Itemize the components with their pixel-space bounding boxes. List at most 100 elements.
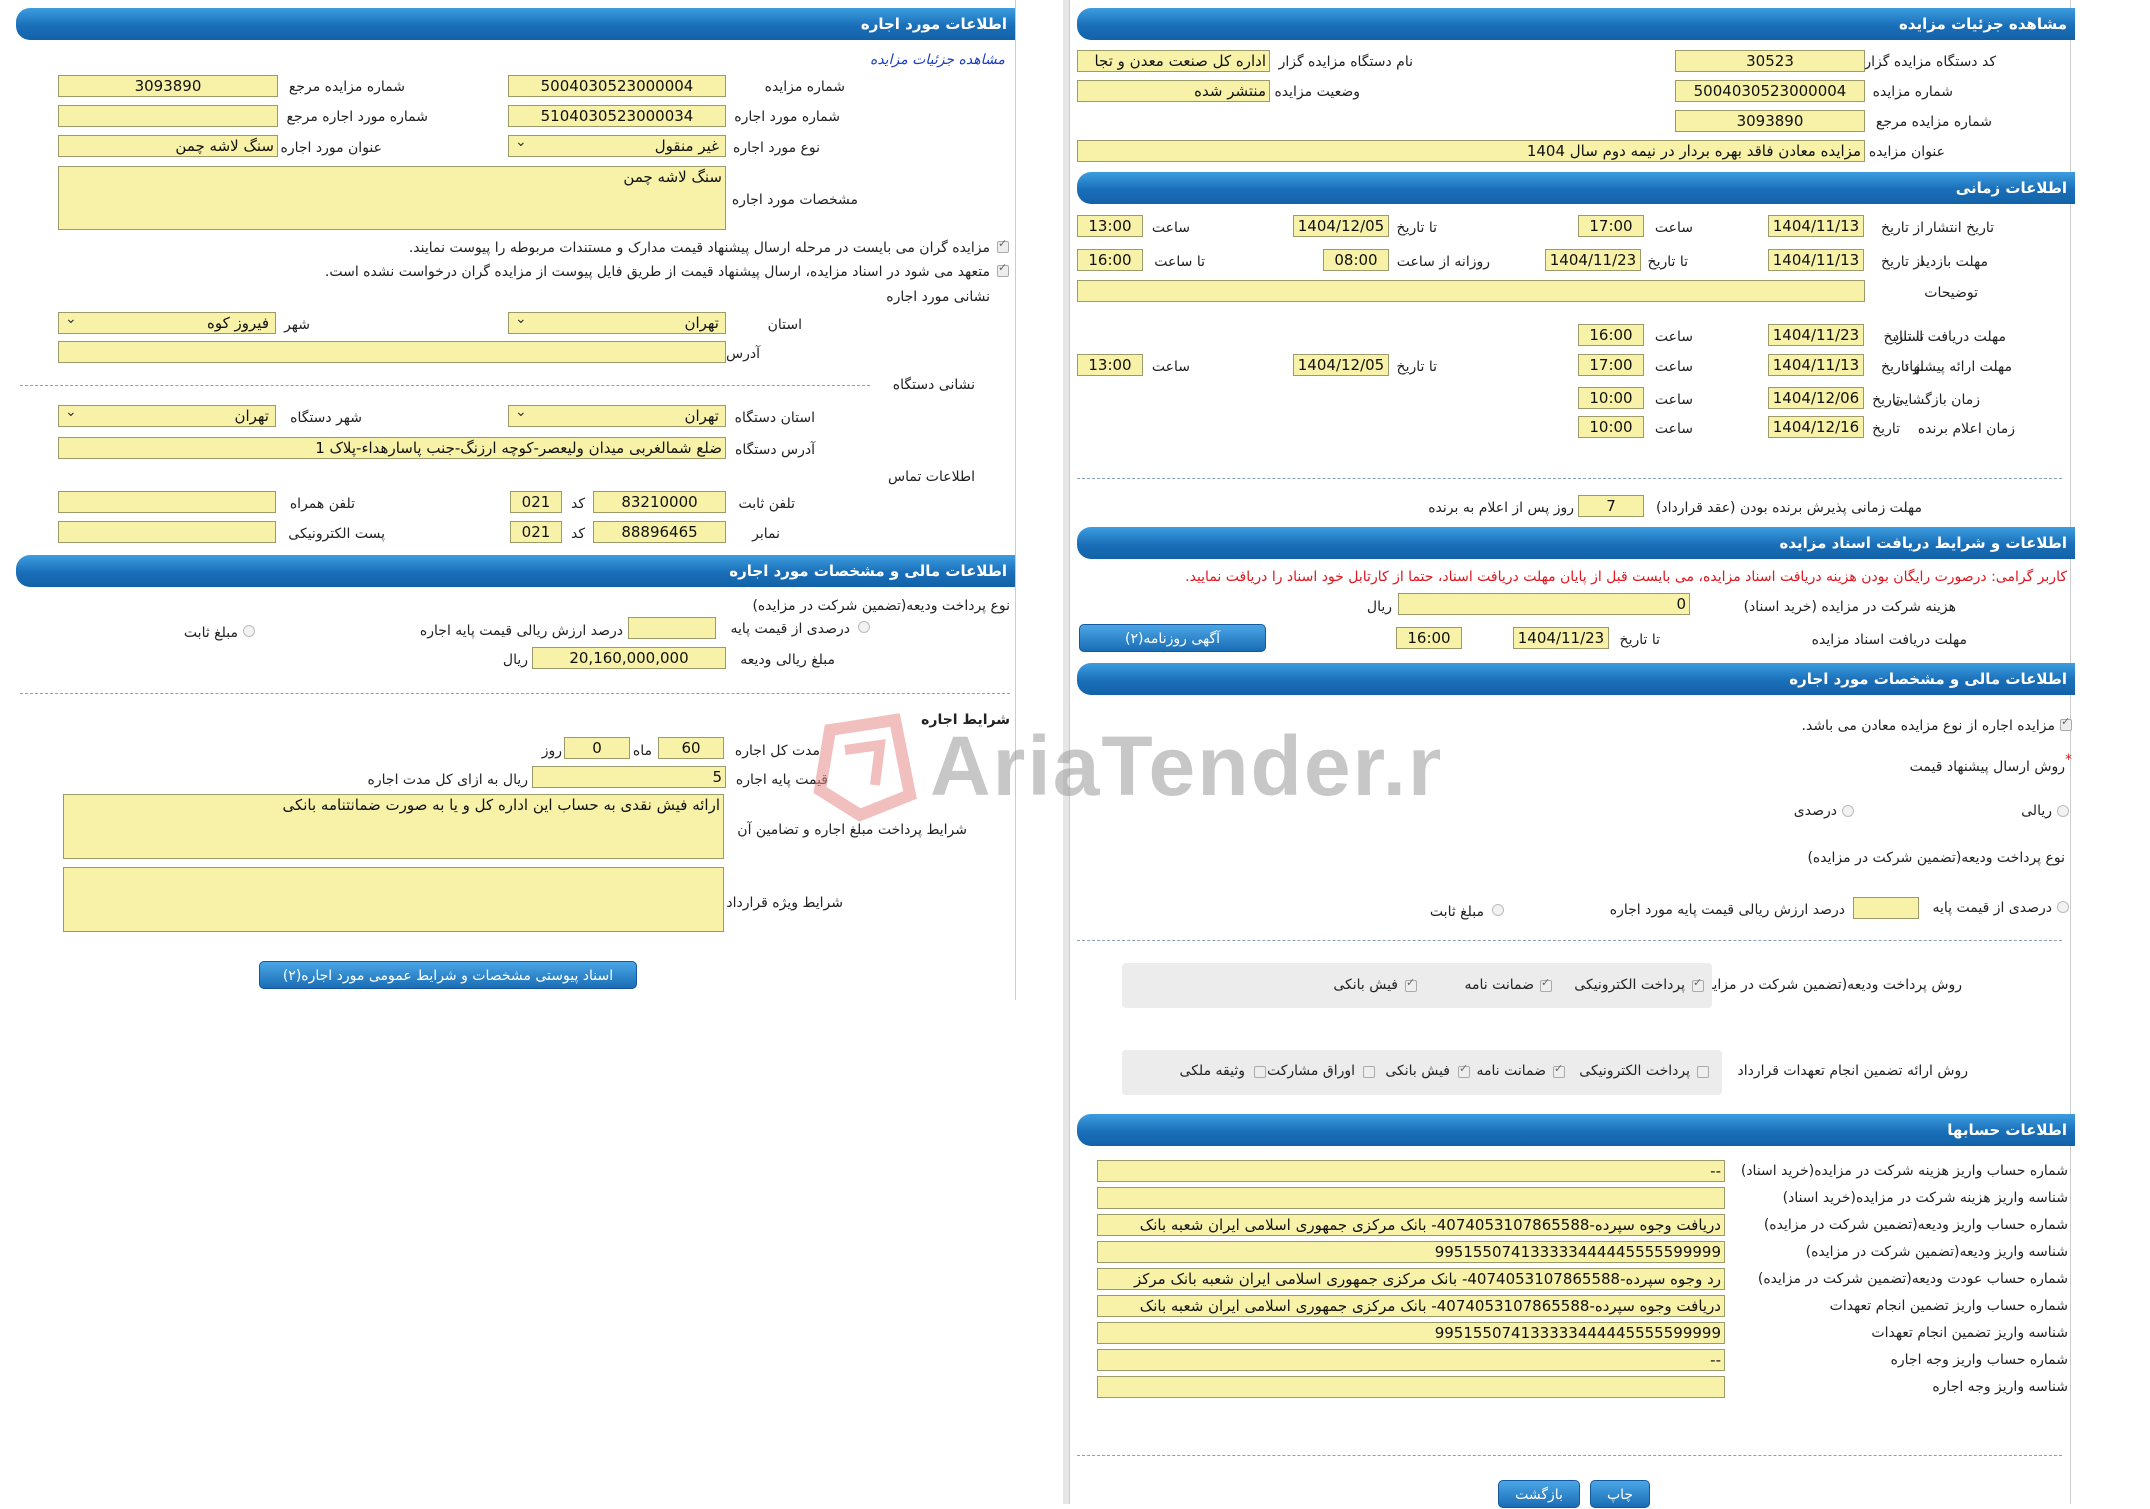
- commitment-method-label: روش ارائه تضمین انجام تعهدات قرارداد: [1737, 1063, 1968, 1079]
- status-field: منتشر شده: [1077, 80, 1270, 102]
- lease-spec-field: سنگ لاشه چمن: [58, 166, 726, 230]
- lease-title-field: سنگ لاشه چمن: [58, 135, 278, 157]
- publish-to-time-field: 13:00: [1077, 215, 1143, 237]
- duration-months-field: 60: [658, 737, 724, 759]
- commit-property-checkbox: [1254, 1066, 1266, 1078]
- commit-guarantee-label: ضمانت نامه: [1476, 1063, 1546, 1079]
- publish-from-time-label: ساعت: [1654, 220, 1693, 236]
- org-province-select[interactable]: تهران: [508, 405, 726, 427]
- fax-code-label: کد: [570, 526, 585, 542]
- visit-to-field: 1404/11/23: [1545, 249, 1641, 271]
- commit-bonds-label: اوراق مشارکت: [1266, 1063, 1355, 1079]
- org-address-label: آدرس دستگاه: [735, 442, 815, 458]
- mobile-label: تلفن همراه: [289, 496, 355, 512]
- deposit-percent-label-left: درصدی از قیمت پایه: [730, 621, 850, 637]
- deposit-method-label: روش پرداخت ودیعه(تضمین شرکت در مزایده): [1693, 977, 1962, 993]
- offer-to-time-field: 13:00: [1077, 354, 1143, 376]
- address-label: آدرس: [726, 346, 760, 362]
- email-label: پست الکترونیکی: [288, 526, 385, 542]
- city-select[interactable]: فیروز کوه: [58, 312, 276, 334]
- deposit-percent-radio-right[interactable]: [2057, 901, 2069, 913]
- percent-option-radio[interactable]: [1842, 805, 1854, 817]
- percent-option-label: درصدی: [1793, 803, 1837, 819]
- province-select[interactable]: تهران: [508, 312, 726, 334]
- no-file-offer-text: متعهد می شود در اسناد مزایده، ارسال پیشن…: [324, 264, 990, 280]
- lease-spec-label: مشخصات مورد اجاره: [731, 192, 858, 208]
- phone-code-field: 021: [510, 491, 562, 513]
- opening-label: زمان بازگشایی: [1892, 392, 1980, 408]
- doc-deadline-to-label: تا تاریخ: [1883, 329, 1924, 345]
- account-value-field: --: [1097, 1160, 1725, 1182]
- financial-info-header-right: اطلاعات مالی و مشخصات مورد اجاره: [1077, 663, 2075, 695]
- fax-code-field: 021: [510, 521, 562, 543]
- publish-to-time-label: ساعت: [1151, 220, 1190, 236]
- required-asterisk: *: [2065, 752, 2072, 768]
- address-field: [58, 341, 726, 363]
- ref-number-label-right: شماره مزایده مرجع: [1875, 114, 1992, 130]
- day-label: روز: [541, 743, 562, 759]
- org-province-label: استان دستگاه: [734, 410, 815, 426]
- deposit-fixed-radio-left[interactable]: [243, 625, 255, 637]
- phone-code-label: کد: [570, 496, 585, 512]
- notes-field: [1077, 280, 1865, 302]
- deposit-percent-field-right: [1853, 897, 1919, 919]
- title-field: مزایده معادن فاقد بهره بردار در نیمه دوم…: [1077, 140, 1865, 162]
- notes-label: توضیحات: [1924, 285, 1978, 301]
- account-value-field: دریافت وجوه سپرده-4074053107865588- بانک…: [1097, 1295, 1725, 1317]
- org-name-label: نام دستگاه مزایده گزار: [1278, 54, 1413, 70]
- org-code-field: 30523: [1675, 50, 1865, 72]
- rial-option-radio[interactable]: [2057, 805, 2069, 817]
- org-city-select[interactable]: تهران: [58, 405, 276, 427]
- account-value-field: 995155074133333444445555599999: [1097, 1322, 1725, 1344]
- commit-property-label: وثیقه ملکی: [1179, 1063, 1245, 1079]
- acceptance-suffix: روز پس از اعلام به برنده: [1428, 500, 1574, 516]
- winner-date-field: 1404/12/16: [1768, 416, 1864, 438]
- offer-from-time-label: ساعت: [1654, 359, 1693, 375]
- deposit-fixed-label-left: مبلغ ثابت: [183, 625, 238, 641]
- watermark-text: AriaTender.neT: [930, 719, 1440, 813]
- publish-from-label: از تاریخ: [1881, 220, 1924, 236]
- deposit-type-label-left: نوع پرداخت ودیعه(تضمین شرکت در مزایده): [752, 598, 1010, 614]
- ref-number-field-right: 3093890: [1675, 110, 1865, 132]
- newspaper-ad-button[interactable]: آگهی روزنامه(۲): [1079, 624, 1266, 652]
- winner-time-label: ساعت: [1654, 421, 1693, 437]
- deposit-fixed-radio-right[interactable]: [1492, 904, 1504, 916]
- deposit-percent-value-label-left: درصد ارزش ریالی قیمت پایه اجاره: [419, 623, 623, 639]
- lease-type-select[interactable]: غیر منقول: [508, 135, 726, 157]
- commit-bonds-checkbox: [1363, 1066, 1375, 1078]
- offer-to-field: 1404/12/05: [1293, 354, 1389, 376]
- auction-number-label-right: شماره مزایده: [1872, 84, 1953, 100]
- divider: [20, 385, 870, 386]
- opening-date-label: تاریخ: [1872, 392, 1900, 408]
- visit-to-label: تا تاریخ: [1647, 254, 1688, 270]
- time-info-header: اطلاعات زمانی: [1077, 172, 2075, 204]
- rial-option-label: ریالی: [2021, 803, 2052, 819]
- lease-info-header: اطلاعات مورد اجاره: [16, 8, 1015, 40]
- fax-field: 88896465: [593, 521, 726, 543]
- view-auction-details-link[interactable]: مشاهده جزئیات مزایده: [870, 52, 1005, 68]
- base-price-field: 5: [532, 766, 726, 788]
- commit-guarantee-checkbox: [1553, 1062, 1565, 1078]
- visit-label: مهلت بازدید: [1918, 254, 1988, 270]
- deposit-electronic-label: پرداخت الکترونیکی: [1574, 977, 1685, 993]
- doc-fee-field: 0: [1398, 593, 1690, 615]
- mine-auction-label: مزایده اجاره از نوع مزایده معادن می باشد…: [1801, 718, 2055, 734]
- deposit-amount-label: مبلغ ریالی ودیعه: [740, 652, 835, 668]
- lease-address-section-label: نشانی مورد اجاره: [886, 289, 990, 305]
- deposit-receipt-label: فیش بانکی: [1333, 977, 1398, 993]
- offer-method-label: روش ارسال پیشنهاد قیمت: [1909, 759, 2065, 775]
- auction-number-field-right: 5004030523000004: [1675, 80, 1865, 102]
- account-value-field: دریافت وجوه سپرده-4074053107865588- بانک…: [1097, 1214, 1725, 1236]
- offer-from-field: 1404/11/13: [1768, 354, 1864, 376]
- deposit-guarantee-label: ضمانت نامه: [1464, 977, 1534, 993]
- phone-label: تلفن ثابت: [738, 496, 795, 512]
- attachments-button[interactable]: اسناد پیوستی مشخصات و شرایط عمومی مورد ا…: [259, 961, 637, 989]
- account-value-field: --: [1097, 1349, 1725, 1371]
- deposit-percent-radio-left[interactable]: [858, 621, 870, 633]
- deposit-electronic-checkbox: [1692, 976, 1704, 992]
- org-code-label: کد دستگاه مزایده گزار: [1864, 54, 1996, 70]
- docs-header: اطلاعات و شرایط دریافت اسناد مزایده: [1077, 527, 2075, 559]
- mine-auction-checkbox: [2060, 715, 2072, 731]
- commit-receipt-label: فیش بانکی: [1385, 1063, 1450, 1079]
- account-value-field: 995155074133333444445555599999: [1097, 1241, 1725, 1263]
